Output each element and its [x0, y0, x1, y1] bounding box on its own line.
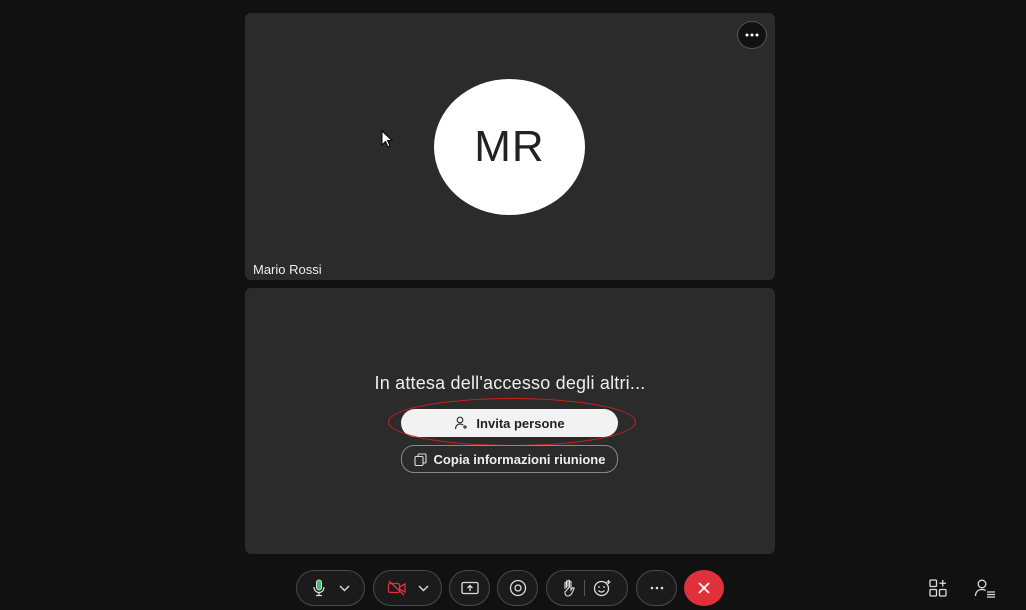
tile-more-button[interactable]: [737, 21, 767, 49]
view-button[interactable]: [497, 570, 538, 606]
share-screen-icon: [460, 581, 479, 594]
waiting-panel: In attesa dell'accesso degli altri... In…: [245, 288, 775, 554]
invite-people-label: Invita persone: [476, 415, 565, 431]
apps-button[interactable]: [926, 576, 950, 600]
more-options-button[interactable]: [636, 570, 677, 606]
emoji-plus-icon[interactable]: [593, 579, 612, 597]
reactions-group: [546, 570, 628, 606]
avatar: MR: [434, 79, 585, 215]
share-screen-button[interactable]: [449, 570, 490, 606]
participants-button[interactable]: [973, 576, 997, 600]
apps-add-icon: [929, 579, 947, 597]
invite-people-button[interactable]: Invita persone: [401, 409, 618, 437]
copy-meeting-info-label: Copia informazioni riunione: [433, 451, 606, 467]
eye-icon: [509, 579, 526, 597]
more-horizontal-icon: [745, 33, 759, 37]
more-horizontal-icon: [650, 586, 663, 590]
chevron-down-icon[interactable]: [339, 585, 350, 592]
camera-button[interactable]: [373, 570, 442, 606]
waiting-message: In attesa dell'accesso degli altri...: [374, 373, 646, 393]
camera-off-icon: [387, 580, 406, 596]
person-add-icon: [455, 416, 468, 430]
microphone-button[interactable]: [296, 570, 365, 606]
mouse-cursor-icon: [381, 130, 393, 148]
participant-name: Mario Rossi: [253, 262, 322, 277]
copy-icon: [413, 452, 427, 466]
microphone-icon: [312, 579, 325, 597]
raise-hand-icon[interactable]: [562, 579, 576, 597]
chevron-down-icon[interactable]: [418, 585, 429, 592]
participant-tile[interactable]: MR Mario Rossi: [245, 13, 775, 280]
end-call-button[interactable]: [684, 570, 724, 606]
close-icon: [698, 582, 710, 594]
copy-meeting-info-button[interactable]: Copia informazioni riunione: [401, 445, 618, 473]
participants-icon: [974, 579, 995, 598]
